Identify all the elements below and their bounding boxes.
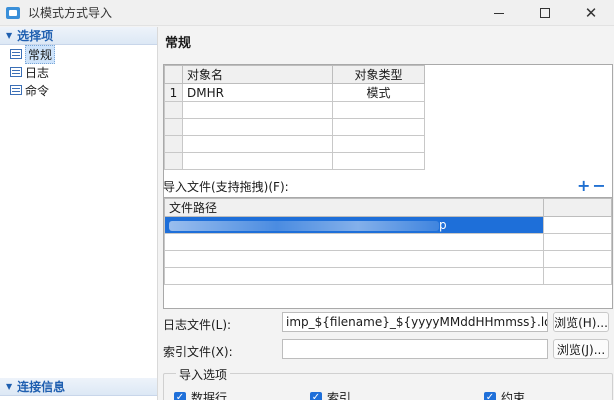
group-title: 导入选项	[176, 366, 231, 383]
option-label: 索引	[327, 391, 352, 400]
maximize-button[interactable]	[522, 0, 568, 26]
import-options-group: 导入选项 ✓ 数据行 ✓ 索引 ✓ 约束	[163, 366, 613, 400]
checkbox-checked-icon[interactable]: ✓	[310, 391, 322, 400]
list-icon	[10, 49, 22, 59]
log-file-input[interactable]: imp_${filename}_${yyyyMMddHHmmss}.log	[282, 312, 548, 332]
row-number: 1	[164, 83, 183, 102]
index-file-label: 索引文件(X):	[163, 345, 233, 359]
nav-item-label: 常规	[25, 44, 56, 64]
column-header-object-name[interactable]: 对象名	[182, 65, 333, 84]
column-header-object-type[interactable]: 对象类型	[332, 65, 425, 84]
column-header-file-path[interactable]: 文件路径	[163, 198, 545, 217]
file-path-cell[interactable]: p	[163, 216, 545, 234]
close-icon: ✕	[584, 3, 598, 22]
table-row[interactable]	[163, 267, 612, 285]
column-header-extra	[543, 198, 612, 217]
index-browse-button[interactable]: 浏览(J)...	[553, 339, 609, 359]
log-file-label: 日志文件(L):	[163, 318, 232, 332]
option-label: 约束	[501, 391, 526, 400]
close-button[interactable]: ✕	[568, 0, 614, 26]
index-file-input[interactable]	[282, 339, 548, 359]
row-number-header	[164, 65, 183, 84]
log-browse-button[interactable]: 浏览(H)...	[553, 312, 609, 332]
nav-item-label: 命令	[25, 83, 50, 98]
app-icon	[6, 6, 20, 20]
page-title: 常规	[165, 36, 192, 51]
left-panel: ▼ 选择项 常规 日志 命令 ▼ 连接信息	[0, 27, 158, 400]
list-icon	[10, 85, 22, 95]
minimize-icon	[494, 12, 504, 14]
nav-item-log[interactable]: 日志	[0, 63, 157, 81]
nav-item-general[interactable]: 常规	[0, 44, 157, 64]
option-label: 数据行	[191, 391, 228, 400]
table-row[interactable]	[164, 152, 425, 170]
collapse-triangle-icon: ▼	[6, 382, 13, 391]
remove-file-button[interactable]: −	[592, 176, 607, 195]
maximize-icon	[540, 8, 550, 18]
section-label: 连接信息	[17, 380, 66, 394]
list-icon	[10, 67, 22, 77]
window-title: 以模式方式导入	[28, 6, 113, 20]
table-row[interactable]	[163, 250, 612, 268]
table-row[interactable]	[164, 135, 425, 153]
checkbox-checked-icon[interactable]: ✓	[174, 391, 186, 400]
option-index[interactable]: ✓ 索引	[310, 389, 351, 400]
table-row[interactable]: p	[163, 216, 612, 234]
table-row[interactable]	[164, 101, 425, 119]
section-label: 选择项	[17, 29, 54, 43]
option-constraint[interactable]: ✓ 约束	[484, 389, 525, 400]
section-header-connection[interactable]: ▼ 连接信息	[0, 378, 157, 396]
table-row[interactable]	[163, 233, 612, 251]
nav-item-command[interactable]: 命令	[0, 81, 157, 99]
table-row[interactable]: 1 DMHR 模式	[164, 83, 425, 102]
import-files-label: 导入文件(支持拖拽)(F):	[163, 180, 289, 194]
minimize-button[interactable]	[476, 0, 522, 26]
section-header-options[interactable]: ▼ 选择项	[0, 27, 157, 45]
add-file-button[interactable]: +	[577, 176, 592, 195]
nav-item-label: 日志	[25, 65, 50, 80]
files-table[interactable]: 文件路径 p	[163, 197, 613, 309]
checkbox-checked-icon[interactable]: ✓	[484, 391, 496, 400]
table-row[interactable]	[164, 118, 425, 136]
option-data-rows[interactable]: ✓ 数据行	[174, 389, 227, 400]
path-tail: p	[439, 218, 447, 232]
redacted-path	[169, 220, 439, 231]
title-bar: 以模式方式导入 ✕	[0, 0, 614, 26]
object-type-cell[interactable]: 模式	[332, 83, 425, 102]
file-add-remove: +−	[577, 176, 608, 195]
collapse-triangle-icon: ▼	[6, 31, 13, 40]
object-name-cell[interactable]: DMHR	[182, 83, 333, 102]
main-panel: 常规 对象名 对象类型 1 DMHR 模式 导入文件(支持拖拽)(F): +−	[159, 27, 614, 400]
